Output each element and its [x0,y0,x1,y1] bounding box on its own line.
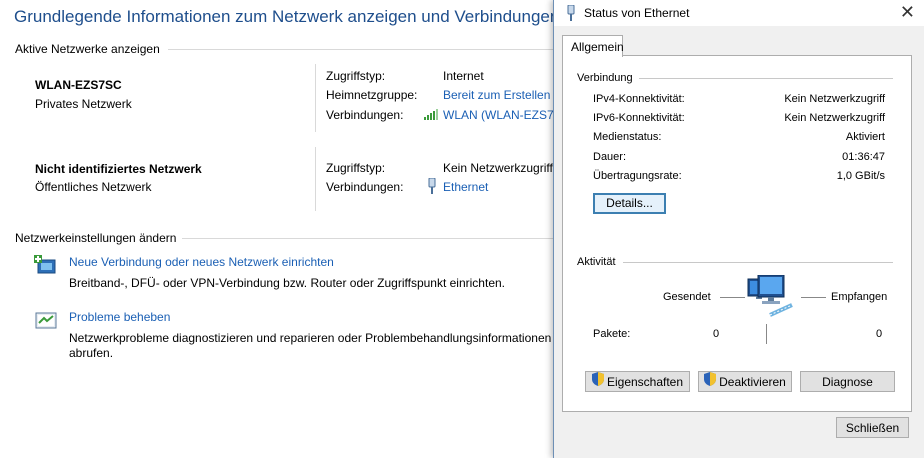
change-settings-heading: Netzwerkeinstellungen ändern [15,231,177,245]
shield-icon [591,372,604,393]
access-type-label: Zugriffstyp: [326,161,386,175]
troubleshoot-link[interactable]: Probleme beheben [69,310,170,324]
details-button[interactable]: Details... [593,193,666,214]
tab-general[interactable]: Allgemein [562,35,624,57]
network-name: WLAN-EZS7SC [35,78,122,92]
access-type-value: Kein Netzwerkzugriff [443,161,553,175]
troubleshoot-icon [35,311,57,331]
close-button[interactable]: Schließen [836,417,909,438]
network-category: Öffentliches Netzwerk [35,180,152,194]
media-status-value: Aktiviert [845,131,885,143]
duration-label: Dauer: [593,151,627,163]
access-type-label: Zugriffstyp: [326,69,386,83]
troubleshoot-description: Netzwerkprobleme diagnostizieren und rep… [69,331,552,345]
media-status-label: Medienstatus: [593,131,662,143]
activity-group-label: Aktivität [577,256,616,268]
packets-sent-value: 0 [713,328,720,340]
diagnose-button[interactable]: Diagnose [800,371,895,392]
network-category: Privates Netzwerk [35,97,132,111]
properties-button[interactable]: Eigenschaften [585,371,690,392]
ethernet-status-dialog: Status von Ethernet ✕ Allgemein Verbindu… [553,0,924,458]
wifi-signal-icon [424,108,438,120]
network-activity-icon [746,274,798,321]
speed-value: 1,0 GBit/s [836,170,885,182]
homegroup-label: Heimnetzgruppe: [326,88,418,102]
properties-button-label: Eigenschaften [606,375,684,389]
connections-label: Verbindungen: [326,180,404,194]
disable-button-label: Deaktivieren [719,375,786,389]
disable-button[interactable]: Deaktivieren [698,371,792,392]
new-connection-description: Breitband-, DFÜ- oder VPN-Verbindung bzw… [69,276,505,290]
tab-label: Allgemein [571,40,624,54]
connections-label: Verbindungen: [326,108,404,122]
new-connection-icon [33,254,57,276]
homegroup-link[interactable]: Bereit zum Erstellen [443,88,550,102]
network-name: Nicht identifiziertes Netzwerk [35,162,202,176]
ipv6-label: IPv6-Konnektivität: [593,112,685,124]
speed-label: Übertragungsrate: [593,170,682,182]
sent-label: Gesendet [663,291,711,303]
shield-icon [704,372,717,393]
ipv4-label: IPv4-Konnektivität: [593,93,685,105]
received-label: Empfangen [831,291,888,303]
close-icon[interactable]: ✕ [900,2,915,23]
ipv6-value: Kein Netzwerkzugriff [784,112,885,124]
wlan-connection-link[interactable]: WLAN (WLAN-EZS7S [443,108,562,122]
packets-label: Pakete: [593,328,631,340]
dialog-title: Status von Ethernet [584,6,690,20]
page-title: Grundlegende Informationen zum Netzwerk … [14,7,597,26]
connection-group-label: Verbindung [577,72,633,84]
active-networks-heading: Aktive Netzwerke anzeigen [15,42,160,56]
packets-received-value: 0 [876,328,883,340]
ethernet-icon [427,177,437,194]
ethernet-connection-link[interactable]: Ethernet [443,180,488,194]
ipv4-value: Kein Netzwerkzugriff [784,93,885,105]
new-connection-link[interactable]: Neue Verbindung oder neues Netzwerk einr… [69,255,334,269]
ethernet-icon [566,4,576,21]
general-panel: Verbindung IPv4-Konnektivität: Kein Netz… [562,55,912,412]
duration-value: 01:36:47 [842,151,885,163]
troubleshoot-description: abrufen. [69,346,114,360]
access-type-value: Internet [443,69,484,83]
